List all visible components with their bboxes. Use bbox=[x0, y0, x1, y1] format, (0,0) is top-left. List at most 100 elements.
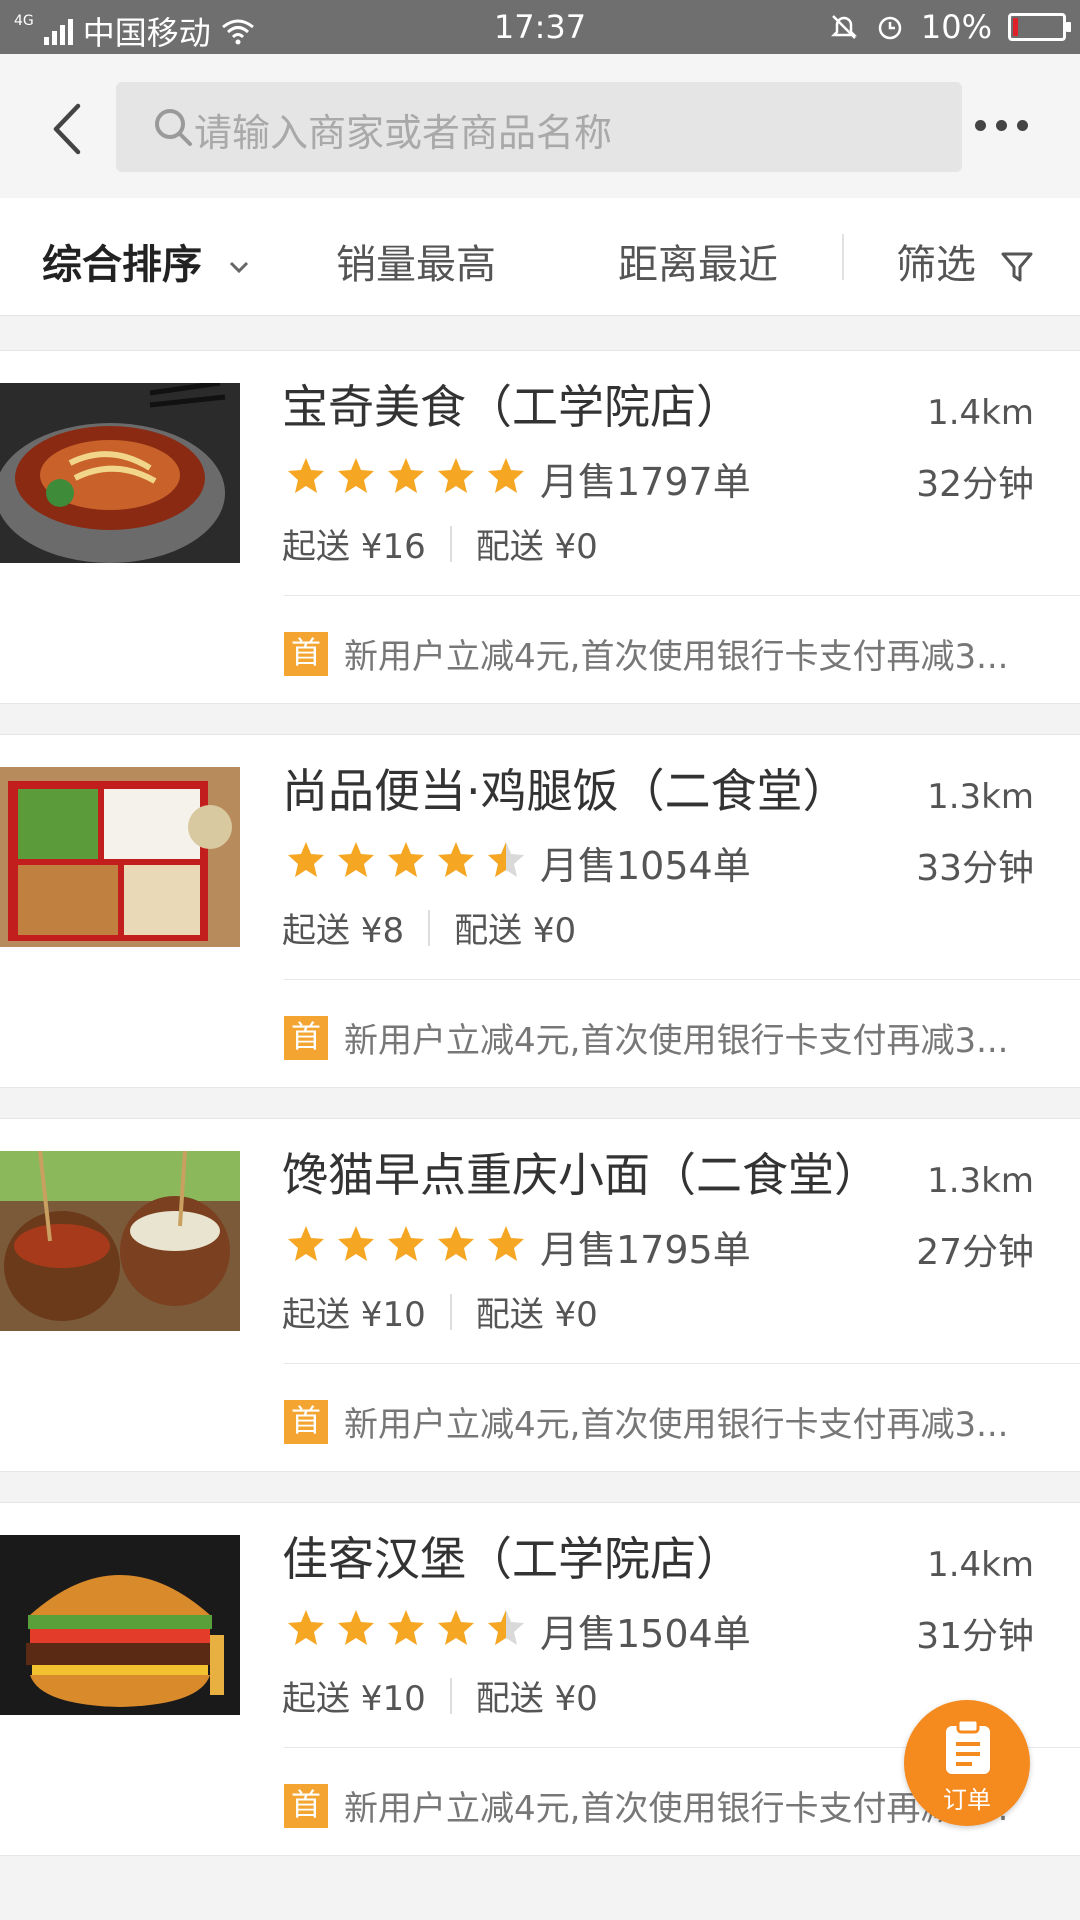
fee-divider bbox=[428, 909, 431, 946]
promo-badge: 首 bbox=[284, 631, 328, 676]
battery-percent: 10% bbox=[920, 8, 992, 46]
sort-comprehensive-label: 综合排序 bbox=[42, 242, 202, 288]
rating-stars bbox=[285, 455, 527, 497]
battery-fill bbox=[1013, 18, 1018, 36]
more-dots-icon bbox=[974, 119, 986, 131]
row-divider bbox=[284, 979, 1080, 980]
store-name: 尚品便当·鸡腿饭（二食堂） bbox=[282, 764, 849, 818]
battery-icon bbox=[1008, 13, 1071, 41]
delivery-fee: 配送 ¥0 bbox=[475, 1295, 598, 1335]
chevron-down-icon bbox=[229, 261, 248, 274]
monthly-sales: 月售1054单 bbox=[540, 844, 751, 888]
promo-text: 新用户立减4元,首次使用银行卡支付再减3... bbox=[344, 637, 1009, 677]
filter-button[interactable]: 筛选 bbox=[896, 232, 1035, 290]
filter-icon bbox=[1001, 252, 1033, 282]
fee-divider bbox=[449, 1677, 452, 1714]
search-placeholder: 请输入商家或者商品名称 bbox=[194, 111, 613, 155]
store-distance: 1.3km bbox=[927, 777, 1034, 817]
store-row[interactable]: 尚品便当·鸡腿饭（二食堂） 1.3km 月售1054单 33分钟起送 ¥8 配送 ¥0 首… bbox=[0, 734, 1080, 1088]
delivery-time: 32分钟 bbox=[916, 464, 1034, 505]
more-dots-icon bbox=[995, 119, 1007, 131]
star-icon bbox=[338, 1610, 374, 1645]
monthly-sales: 月售1504单 bbox=[540, 1612, 751, 1656]
row-divider bbox=[284, 1363, 1080, 1364]
header: 请输入商家或者商品名称 bbox=[0, 54, 1080, 198]
star-icon bbox=[438, 842, 474, 877]
rating-stars bbox=[285, 1223, 527, 1265]
fees: 起送 ¥10 配送 ¥0 bbox=[282, 1671, 598, 1720]
star-icon bbox=[288, 458, 324, 493]
sort-distance[interactable]: 距离最近 bbox=[618, 232, 778, 290]
star-icon bbox=[438, 1226, 474, 1261]
monthly-sales: 月售1795单 bbox=[540, 1228, 751, 1272]
more-dots-icon bbox=[1016, 119, 1028, 131]
star-half-icon bbox=[488, 842, 524, 877]
star-icon bbox=[388, 1226, 424, 1261]
promo: 首新用户立减4元,首次使用银行卡支付再减3... bbox=[284, 1013, 1080, 1062]
store-thumbnail bbox=[0, 383, 240, 563]
delivery-time: 27分钟 bbox=[916, 1232, 1034, 1273]
promo-badge: 首 bbox=[284, 1783, 328, 1828]
sort-sales[interactable]: 销量最高 bbox=[336, 232, 496, 290]
store-thumbnail bbox=[0, 1151, 240, 1331]
fee-divider bbox=[449, 525, 452, 562]
status-right: 10% bbox=[829, 8, 1071, 46]
star-icon bbox=[288, 1610, 324, 1645]
star-icon bbox=[488, 1226, 524, 1261]
min-order: 起送 ¥16 bbox=[282, 527, 426, 567]
star-icon bbox=[388, 1610, 424, 1645]
fees: 起送 ¥8 配送 ¥0 bbox=[282, 903, 576, 952]
order-label: 订单 bbox=[943, 1786, 991, 1814]
star-icon bbox=[338, 458, 374, 493]
delivery-fee: 配送 ¥0 bbox=[454, 911, 577, 951]
star-icon bbox=[438, 1610, 474, 1645]
promo-text: 新用户立减4元,首次使用银行卡支付再减3... bbox=[344, 1405, 1009, 1445]
sort-comprehensive[interactable]: 综合排序 bbox=[42, 232, 252, 290]
fees: 起送 ¥10 配送 ¥0 bbox=[282, 1287, 598, 1336]
fee-divider bbox=[449, 1293, 452, 1330]
promo: 首新用户立减4元,首次使用银行卡支付再减3... bbox=[284, 1397, 1080, 1446]
more-button[interactable] bbox=[966, 110, 1036, 140]
promo-text: 新用户立减4元,首次使用银行卡支付再减3... bbox=[344, 1021, 1009, 1061]
filter-label: 筛选 bbox=[896, 242, 976, 288]
store-thumbnail bbox=[0, 1535, 240, 1715]
store-thumbnail bbox=[0, 767, 240, 947]
back-button[interactable] bbox=[40, 94, 100, 164]
clipboard-icon bbox=[946, 1718, 990, 1774]
delivery-time: 33分钟 bbox=[916, 848, 1034, 889]
store-row[interactable]: 馋猫早点重庆小面（二食堂） 1.3km 月售1795单 27分钟起送 ¥10 配送 ¥0… bbox=[0, 1118, 1080, 1472]
search-input[interactable]: 请输入商家或者商品名称 bbox=[116, 82, 962, 172]
star-icon bbox=[288, 1226, 324, 1261]
sort-bar: 综合排序 销量最高 距离最近 筛选 bbox=[0, 198, 1080, 316]
rating-stars bbox=[285, 1607, 527, 1649]
star-icon bbox=[288, 842, 324, 877]
bell-muted-icon bbox=[830, 15, 857, 39]
store-distance: 1.4km bbox=[927, 393, 1034, 433]
search-icon bbox=[155, 109, 192, 146]
row-divider bbox=[284, 595, 1080, 596]
star-icon bbox=[438, 458, 474, 493]
star-icon bbox=[488, 458, 524, 493]
rating-stars bbox=[285, 839, 527, 881]
status-bar: 4G 中国移动 17:37 10% bbox=[0, 0, 1080, 54]
delivery-fee: 配送 ¥0 bbox=[475, 1679, 598, 1719]
alarm-icon bbox=[878, 16, 902, 40]
promo: 首新用户立减4元,首次使用银行卡支付再减3... bbox=[284, 629, 1080, 678]
chevron-left-icon bbox=[53, 103, 81, 155]
min-order: 起送 ¥10 bbox=[282, 1295, 426, 1335]
order-button[interactable]: 订单 bbox=[904, 1700, 1030, 1826]
store-distance: 1.3km bbox=[927, 1161, 1034, 1201]
store-name: 宝奇美食（工学院店） bbox=[282, 380, 742, 434]
store-name: 佳客汉堡（工学院店） bbox=[282, 1532, 742, 1586]
star-icon bbox=[388, 842, 424, 877]
monthly-sales: 月售1797单 bbox=[540, 460, 751, 504]
fees: 起送 ¥16 配送 ¥0 bbox=[282, 519, 598, 568]
store-row[interactable]: 宝奇美食（工学院店） 1.4km 月售1797单 32分钟起送 ¥16 配送 ¥0 首新用… bbox=[0, 350, 1080, 704]
store-name: 馋猫早点重庆小面（二食堂） bbox=[282, 1148, 880, 1202]
star-icon bbox=[338, 842, 374, 877]
delivery-fee: 配送 ¥0 bbox=[475, 527, 598, 567]
star-icon bbox=[338, 1226, 374, 1261]
min-order: 起送 ¥10 bbox=[282, 1679, 426, 1719]
delivery-time: 31分钟 bbox=[916, 1616, 1034, 1657]
promo-badge: 首 bbox=[284, 1015, 328, 1060]
